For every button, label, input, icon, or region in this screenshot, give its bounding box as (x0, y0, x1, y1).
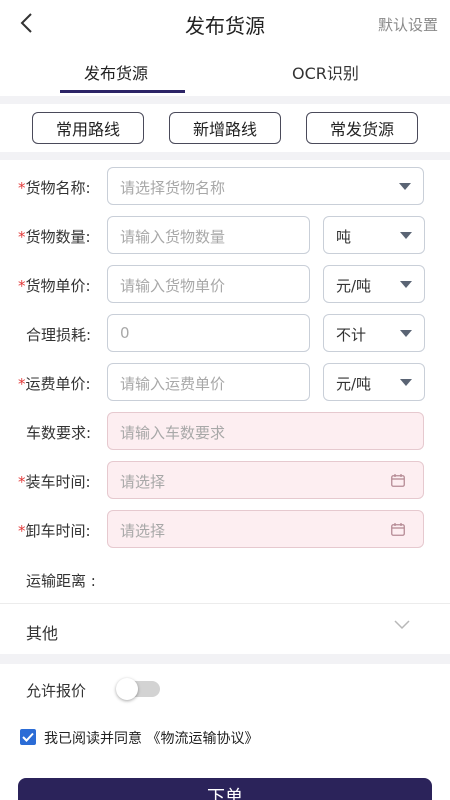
caret-down-icon (400, 232, 412, 239)
active-tab-indicator (60, 90, 185, 93)
calendar-icon (391, 474, 405, 487)
row-cargo-name: *货物名称: 请选择货物名称 (0, 167, 450, 207)
chevron-down-icon (394, 620, 410, 630)
cargo-price-unit-select[interactable]: 元/吨 (323, 265, 425, 303)
truck-count-label: 车数要求: (26, 424, 92, 442)
check-icon (22, 732, 34, 742)
row-unload-time: *卸车时间: 请选择 (0, 510, 450, 550)
row-load-time: *装车时间: 请选择 (0, 461, 450, 501)
switch-knob (116, 678, 138, 700)
loss-unit-select[interactable]: 不计 (323, 314, 425, 352)
other-label: 其他 (26, 624, 59, 643)
freight-price-label: *运费单价: (18, 375, 91, 393)
caret-down-icon (399, 183, 411, 190)
agreement-row: 我已阅读并同意 《物流运输协议》 (0, 724, 450, 752)
tab-ocr[interactable]: OCR识别 (292, 60, 359, 84)
cargo-name-select[interactable]: 请选择货物名称 (107, 167, 424, 205)
allow-quote-label: 允许报价 (26, 682, 87, 700)
cargo-price-label: *货物单价: (18, 277, 91, 295)
row-cargo-quantity: *货物数量: 请输入货物数量 吨 (0, 216, 450, 256)
cargo-price-input[interactable]: 请输入货物单价 (107, 265, 310, 303)
truck-count-input[interactable]: 请输入车数要求 (107, 412, 424, 450)
agreement-text: 我已阅读并同意 《物流运输协议》 (44, 731, 259, 747)
unload-time-picker[interactable]: 请选择 (107, 510, 424, 548)
caret-down-icon (400, 330, 412, 337)
common-routes-button[interactable]: 常用路线 (32, 112, 144, 144)
loss-input[interactable]: 0 (107, 314, 310, 352)
cargo-quantity-input[interactable]: 请输入货物数量 (107, 216, 310, 254)
other-section-toggle[interactable]: 其他 (0, 604, 450, 654)
load-time-picker[interactable]: 请选择 (107, 461, 424, 499)
row-loss: 合理损耗: 0 不计 (0, 314, 450, 354)
agreement-checkbox[interactable] (20, 729, 36, 745)
tab-publish-cargo[interactable]: 发布货源 (84, 60, 148, 84)
cargo-quantity-label: *货物数量: (18, 228, 91, 246)
distance-label: 运输距离 : (26, 572, 96, 590)
tab-bar: 发布货源 OCR识别 (0, 50, 450, 96)
row-freight-price: *运费单价: 请输入运费单价 元/吨 (0, 363, 450, 403)
calendar-icon (391, 523, 405, 536)
load-time-label: *装车时间: (18, 473, 91, 491)
cargo-name-label: *货物名称: (18, 179, 91, 197)
quick-actions: 常用路线 新增路线 常发货源 (0, 104, 450, 152)
freight-price-unit-select[interactable]: 元/吨 (323, 363, 425, 401)
allow-quote-row: 允许报价 (0, 664, 450, 714)
agreement-link[interactable]: 《物流运输协议》 (146, 731, 258, 747)
section-divider (0, 96, 450, 104)
header: 发布货源 默认设置 (0, 0, 450, 46)
row-truck-count: 车数要求: 请输入车数要求 (0, 412, 450, 452)
unload-time-label: *卸车时间: (18, 522, 91, 540)
row-cargo-price: *货物单价: 请输入货物单价 元/吨 (0, 265, 450, 305)
allow-quote-switch[interactable] (116, 678, 160, 700)
submit-order-button[interactable]: 下单 (18, 778, 432, 800)
section-divider (0, 654, 450, 664)
default-settings-link[interactable]: 默认设置 (378, 14, 438, 35)
caret-down-icon (400, 281, 412, 288)
caret-down-icon (400, 379, 412, 386)
frequent-cargo-button[interactable]: 常发货源 (306, 112, 418, 144)
freight-price-input[interactable]: 请输入运费单价 (107, 363, 310, 401)
loss-label: 合理损耗: (26, 326, 92, 344)
cargo-quantity-unit-select[interactable]: 吨 (323, 216, 425, 254)
add-route-button[interactable]: 新增路线 (169, 112, 281, 144)
section-divider (0, 152, 450, 160)
